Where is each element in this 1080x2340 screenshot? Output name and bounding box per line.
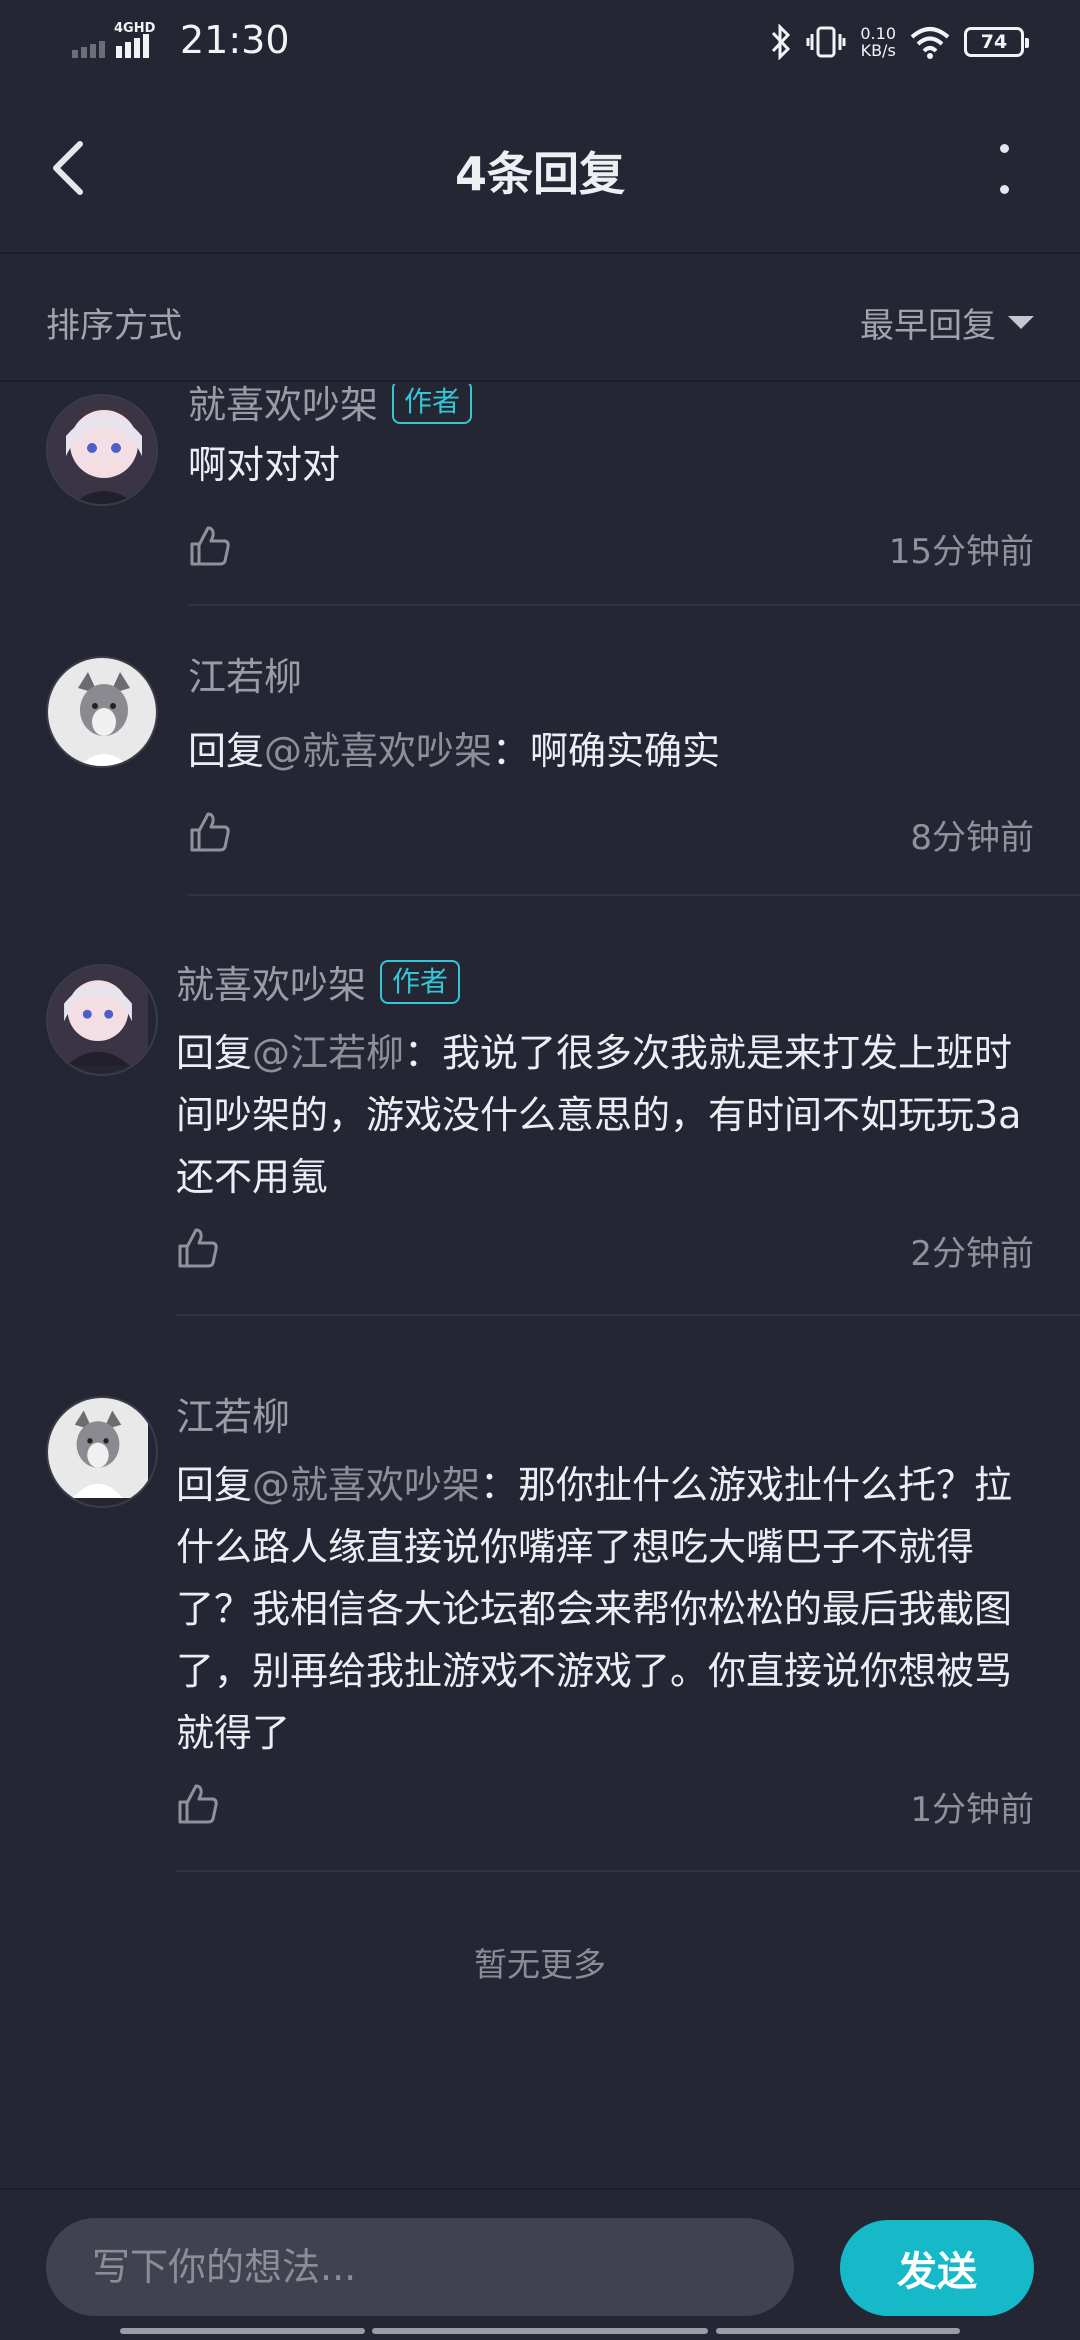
reply-time: 2分钟前 xyxy=(910,1234,1034,1274)
reply-time: 8分钟前 xyxy=(910,818,1034,858)
wifi-icon xyxy=(910,27,950,59)
more-options-button[interactable] xyxy=(992,144,1016,194)
author-name[interactable]: 江若柳 xyxy=(176,1386,290,1441)
divider xyxy=(176,1870,1080,1872)
avatar-wolf-image xyxy=(48,658,156,766)
mention-link[interactable]: @江若柳 xyxy=(252,1031,404,1075)
status-bar: 4GHD 21:30 0.10 KB/s 74 xyxy=(0,0,1080,84)
mention-link[interactable]: @就喜欢吵架 xyxy=(264,729,492,773)
page-title: 4条回复 xyxy=(454,147,625,201)
author-name[interactable]: 江若柳 xyxy=(188,646,302,701)
indicator-segment xyxy=(120,2328,365,2334)
signal-icon: 4GHD xyxy=(72,21,156,58)
battery-level: 74 xyxy=(980,31,1008,53)
author-row: 就喜欢吵架 作者 xyxy=(188,384,473,429)
home-indicator xyxy=(0,2328,1080,2336)
speed-value: 0.10 xyxy=(860,24,896,43)
reply-body: ：啊确实确实 xyxy=(492,729,721,773)
avatar-wolf-image xyxy=(48,1398,148,1498)
reply-list[interactable]: 就喜欢吵架 作者 啊对对对 15分钟前 江若柳 回复@就喜欢吵架：啊确实确实 8… xyxy=(0,384,1080,2184)
author-name[interactable]: 就喜欢吵架 xyxy=(188,384,378,429)
app-header: 4条回复 xyxy=(0,84,1080,252)
composer-bar: 发送 xyxy=(0,2188,1080,2340)
avatar[interactable] xyxy=(46,656,158,768)
reply-body: 啊对对对 xyxy=(188,443,341,487)
reply-time: 1分钟前 xyxy=(910,1790,1034,1830)
reply-prefix: 回复 xyxy=(188,729,265,773)
vibrate-icon xyxy=(806,26,846,58)
avatar[interactable] xyxy=(46,1396,158,1508)
divider xyxy=(188,894,1080,896)
author-row: 就喜欢吵架 作者 xyxy=(176,954,461,1009)
avatar[interactable] xyxy=(46,964,158,1076)
reply-item: 就喜欢吵架 作者 回复@江若柳：我说了很多次我就是来打发上班时间吵架的，游戏没什… xyxy=(0,914,1080,1334)
reply-item: 就喜欢吵架 作者 啊对对对 15分钟前 xyxy=(0,384,1080,606)
mention-link[interactable]: @就喜欢吵架 xyxy=(252,1463,480,1507)
more-dot-icon xyxy=(999,144,1009,153)
divider xyxy=(176,1314,1080,1316)
thumbs-up-icon[interactable] xyxy=(188,524,232,568)
bluetooth-icon xyxy=(772,24,791,60)
status-icons: 0.10 KB/s 74 xyxy=(770,20,1029,64)
clock: 21:30 xyxy=(180,18,290,62)
network-type: 4GHD xyxy=(114,21,156,36)
avatar[interactable] xyxy=(46,394,158,506)
author-name[interactable]: 就喜欢吵架 xyxy=(176,954,366,1009)
author-row: 江若柳 xyxy=(188,646,302,701)
sort-selected-value: 最早回复 xyxy=(860,306,996,346)
caret-down-icon xyxy=(1008,316,1034,329)
reply-prefix: 回复 xyxy=(176,1463,253,1507)
avatar-anime-girl-image xyxy=(48,966,148,1066)
battery-icon: 74 xyxy=(964,27,1029,57)
author-badge: 作者 xyxy=(392,384,473,424)
reply-text: 回复@就喜欢吵架：啊确实确实 xyxy=(188,720,1038,782)
more-dot-icon xyxy=(999,185,1009,194)
reply-input[interactable] xyxy=(46,2218,794,2316)
thumbs-up-icon[interactable] xyxy=(176,1782,220,1826)
send-button[interactable]: 发送 xyxy=(840,2220,1034,2316)
author-badge: 作者 xyxy=(380,959,461,1004)
reply-time: 15分钟前 xyxy=(888,532,1034,572)
reply-item: 江若柳 回复@就喜欢吵架：啊确实确实 8分钟前 xyxy=(0,606,1080,916)
reply-text: 啊对对对 xyxy=(188,434,1038,496)
thumbs-up-icon[interactable] xyxy=(176,1226,220,1270)
thumbs-up-icon[interactable] xyxy=(188,810,232,854)
indicator-segment xyxy=(372,2328,708,2334)
no-more-label: 暂无更多 xyxy=(474,1945,606,1984)
reply-text: 回复@就喜欢吵架：那你扯什么游戏扯什么托？拉什么路人缘直接说你嘴痒了想吃大嘴巴子… xyxy=(176,1454,1036,1764)
sort-bar: 排序方式 最早回复 xyxy=(0,252,1080,382)
reply-item: 江若柳 回复@就喜欢吵架：那你扯什么游戏扯什么托？拉什么路人缘直接说你嘴痒了想吃… xyxy=(0,1346,1080,1886)
network-speed: 0.10 KB/s xyxy=(860,25,896,59)
reply-text: 回复@江若柳：我说了很多次我就是来打发上班时间吵架的，游戏没什么意思的，有时间不… xyxy=(176,1022,1036,1208)
indicator-segment xyxy=(716,2328,960,2334)
speed-unit: KB/s xyxy=(860,41,896,60)
reply-prefix: 回复 xyxy=(176,1031,253,1075)
sort-label: 排序方式 xyxy=(46,306,182,346)
author-row: 江若柳 xyxy=(176,1386,290,1441)
sort-dropdown[interactable]: 最早回复 xyxy=(860,298,1034,347)
avatar-anime-girl-image xyxy=(48,396,156,504)
